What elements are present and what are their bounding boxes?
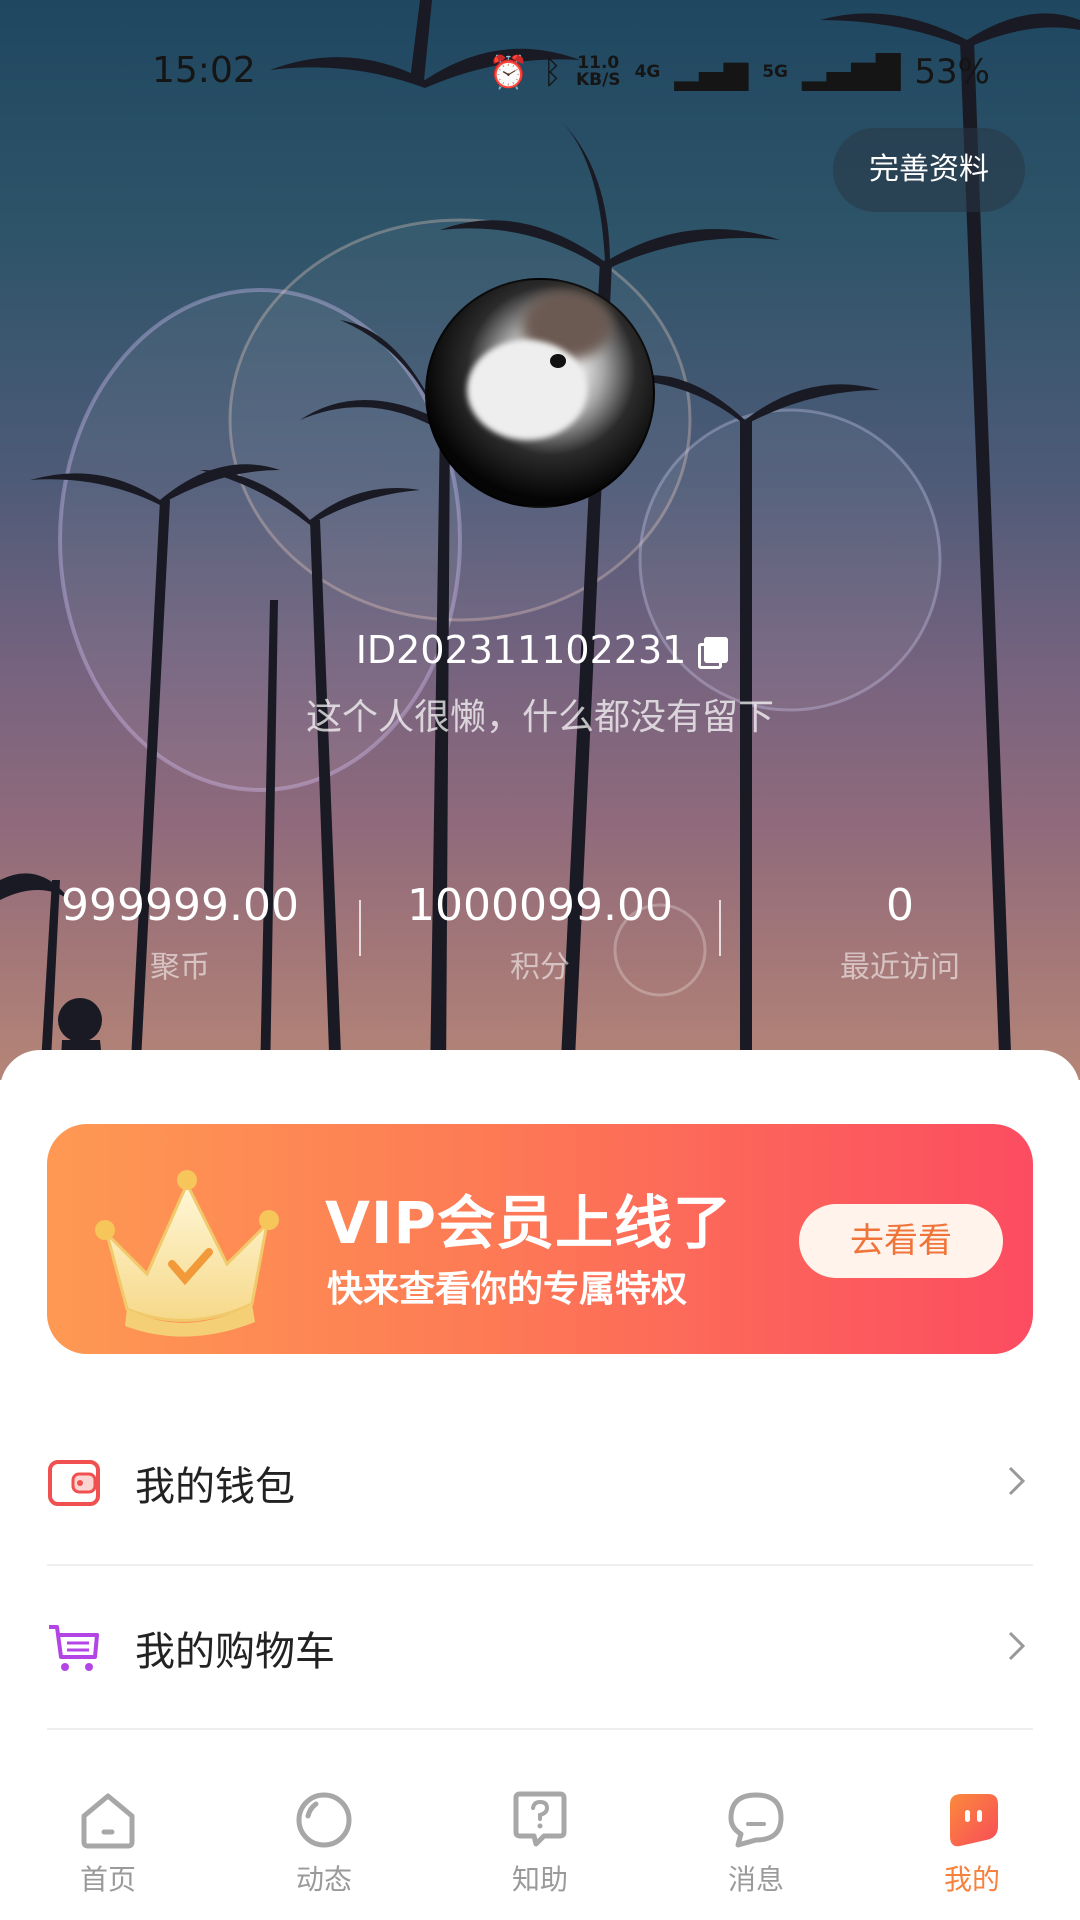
tab-knowledge[interactable]: 知助	[432, 1790, 648, 1898]
tab-profile[interactable]: 我的	[864, 1790, 1080, 1898]
chevron-right-icon	[1008, 1466, 1026, 1496]
home-icon	[81, 1793, 135, 1849]
tab-messages[interactable]: 消息	[648, 1790, 864, 1898]
edit-profile-button[interactable]: 完善资料	[833, 128, 1025, 212]
user-id-text: ID202311102231	[355, 628, 687, 672]
stat-points[interactable]: 1000099.00 积分	[360, 878, 720, 986]
tab-label: 动态	[295, 1863, 352, 1896]
stat-divider	[719, 900, 721, 956]
stat-recent-visits[interactable]: 0 最近访问	[720, 878, 1080, 986]
question-icon	[513, 1791, 567, 1847]
menu-divider	[47, 1728, 1033, 1730]
tab-label: 我的	[943, 1863, 1000, 1896]
vip-banner[interactable]: VIP会员上线了 快来查看你的专属特权 去看看	[47, 1124, 1033, 1354]
vip-view-button[interactable]: 去看看	[799, 1204, 1003, 1278]
menu-item-label: 我的钱包	[135, 1464, 295, 1510]
signal-icon: ▂▄▆	[674, 53, 749, 91]
tab-label: 知助	[511, 1863, 568, 1896]
avatar[interactable]	[425, 278, 655, 508]
bottom-tab-bar: 首页 动态 知助 消息 我的	[0, 1770, 1080, 1920]
vip-title: VIP会员上线了	[325, 1189, 732, 1257]
tab-home[interactable]: 首页	[0, 1790, 216, 1898]
stat-label: 积分	[510, 950, 570, 985]
vip-subtitle: 快来查看你的专属特权	[327, 1269, 688, 1310]
menu-item-shopping-cart[interactable]: 我的购物车	[47, 1565, 1033, 1729]
shopping-cart-icon	[49, 1625, 99, 1671]
signal-icon-2: ▂▄▆█	[801, 53, 901, 91]
stat-label: 最近访问	[840, 950, 960, 985]
stat-value: 0	[886, 880, 914, 931]
stat-value: 999999.00	[61, 880, 299, 931]
menu-item-wallet[interactable]: 我的钱包	[47, 1400, 1033, 1564]
alarm-icon: ⏰	[488, 53, 529, 91]
chevron-right-icon	[1008, 1631, 1026, 1661]
wallet-icon	[48, 1460, 100, 1506]
tab-label: 首页	[79, 1863, 136, 1896]
menu-item-label: 我的购物车	[135, 1629, 335, 1675]
tab-moments[interactable]: 动态	[216, 1790, 432, 1898]
profile-icon	[950, 1794, 998, 1847]
status-icons: ⏰ ᛒ 11.0 KB/S 4G ▂▄▆ 5G ▂▄▆█ 53%	[489, 52, 990, 92]
stat-divider	[359, 900, 361, 956]
user-bio: 这个人很懒，什么都没有留下	[305, 697, 774, 738]
battery-level: 53%	[914, 52, 990, 92]
network-4g-indicator: 4G	[634, 61, 661, 82]
user-id: ID202311102231	[0, 628, 1080, 672]
message-icon	[728, 1792, 784, 1848]
tab-label: 消息	[727, 1863, 784, 1896]
network-5g-indicator: 5G	[762, 61, 788, 82]
stats-row: 999999.00 聚币 1000099.00 积分 0 最近访问	[0, 878, 1080, 998]
stat-label: 聚币	[150, 950, 210, 985]
bluetooth-icon: ᛒ	[542, 53, 562, 91]
status-time: 15:02	[152, 50, 256, 91]
copy-icon[interactable]	[698, 637, 729, 669]
profile-header-background: 15:02 ⏰ ᛒ 11.0 KB/S 4G ▂▄▆ 5G ▂▄▆█ 53% 完善…	[0, 0, 1080, 1080]
crown-icon	[95, 1170, 279, 1337]
stat-value: 1000099.00	[407, 880, 673, 931]
network-speed: 11.0 KB/S	[575, 53, 621, 90]
stat-coins[interactable]: 999999.00 聚币	[0, 878, 360, 986]
moments-icon	[296, 1792, 352, 1848]
